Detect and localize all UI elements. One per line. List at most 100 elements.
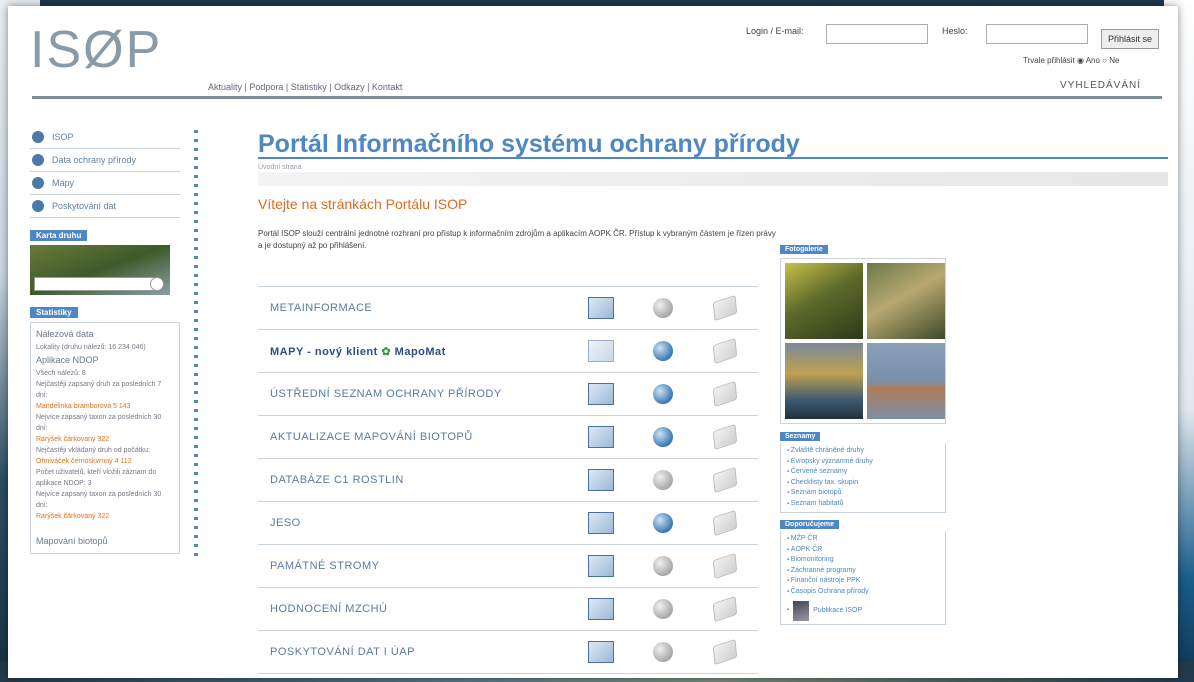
data-provision-icon (32, 200, 44, 212)
login-email-label: Login / E-mail: (746, 26, 804, 36)
remember-login-radio[interactable]: Trvale přihlásit ◉ Ano ○ Ne (1023, 56, 1119, 65)
login-password-input[interactable] (986, 24, 1088, 44)
sidebar-dotted-divider (194, 130, 198, 560)
globe-icon (32, 177, 44, 189)
registry-link[interactable]: Červené seznamy (787, 467, 939, 478)
document-icon[interactable] (712, 466, 738, 494)
breadcrumb[interactable]: Úvodní strana (258, 164, 302, 171)
app-label[interactable]: PAMÁTNÉ STROMY (258, 560, 570, 572)
search-link[interactable]: VYHLEDÁVÁNÍ (1060, 80, 1141, 91)
sidebar-item-maps[interactable]: Mapy (30, 172, 180, 195)
external-link[interactable]: MŽP ČR (787, 534, 939, 545)
sidebar-item-isop[interactable]: ISOP (30, 126, 180, 149)
map-icon[interactable] (588, 340, 614, 362)
publication-link[interactable]: Publikace ISOP (787, 601, 939, 621)
stats-line: Nejčastěji vkládaný druh od počátku: (36, 447, 151, 454)
photo-gallery (780, 258, 946, 424)
document-icon[interactable] (712, 380, 738, 408)
map-icon[interactable] (588, 641, 614, 663)
app-label[interactable]: METAINFORMACE (258, 302, 570, 314)
list-item[interactable]: ÚSTŘEDNÍ SEZNAM OCHRANY PŘÍRODY (258, 373, 758, 416)
stats-line[interactable]: Ohniváček černoskvrnný 4 112 (36, 456, 174, 467)
map-icon[interactable] (588, 297, 614, 319)
gallery-header: Fotogalerie (780, 245, 828, 254)
stats-line[interactable]: Rarýšek čárkovaný 322 (36, 434, 174, 445)
stats-line[interactable]: Rarýšek čárkovaný 322 (36, 511, 174, 522)
registry-list: Zvláště chráněné druhy Evropsky významné… (780, 443, 946, 513)
list-item[interactable]: HODNOCENÍ MZCHÚ (258, 588, 758, 631)
list-item[interactable]: AKTUALIZACE MAPOVÁNÍ BIOTOPŮ (258, 416, 758, 459)
globe-icon[interactable] (653, 556, 673, 576)
login-submit-button[interactable]: Přihlásit se (1101, 29, 1159, 49)
map-icon[interactable] (588, 469, 614, 491)
list-item[interactable]: POSKYTOVÁNÍ DAT I ÚAP (258, 631, 758, 674)
stats-header: Statistiky (30, 307, 78, 318)
isop-icon (32, 131, 44, 143)
external-link[interactable]: Biomonitoring (787, 555, 939, 566)
registry-link[interactable]: Seznam habitatů (787, 499, 939, 510)
globe-icon[interactable] (653, 470, 673, 490)
list-item[interactable]: METAINFORMACE (258, 287, 758, 330)
sidebar-item-data-provision[interactable]: Poskytování dat (30, 195, 180, 218)
globe-icon[interactable] (653, 642, 673, 662)
stats-line: Nejčastěji zapsaný druh za posledních 7 … (36, 381, 162, 399)
species-search-input[interactable] (34, 277, 154, 291)
external-link[interactable]: Časopis Ochrana přírody (787, 587, 939, 598)
document-icon[interactable] (712, 294, 738, 322)
globe-icon[interactable] (653, 599, 673, 619)
stats-line: Lokality (druhu nálezů: 16 234 046) (36, 344, 146, 351)
registry-link[interactable]: Zvláště chráněné druhy (787, 446, 939, 457)
external-link[interactable]: AOPK ČR (787, 545, 939, 556)
globe-icon[interactable] (653, 341, 673, 361)
app-label[interactable]: MAPY - nový klient ✿ MapoMat (258, 345, 570, 358)
list-item[interactable]: PAMÁTNÉ STROMY (258, 545, 758, 588)
document-icon[interactable] (712, 423, 738, 451)
gallery-photo[interactable] (785, 263, 863, 339)
app-label[interactable]: ÚSTŘEDNÍ SEZNAM OCHRANY PŘÍRODY (258, 388, 570, 400)
sidebar-item-data[interactable]: Data ochrany přírody (30, 149, 180, 172)
document-icon[interactable] (712, 337, 738, 365)
gallery-photo[interactable] (867, 343, 945, 419)
app-label[interactable]: AKTUALIZACE MAPOVÁNÍ BIOTOPŮ (258, 431, 570, 443)
globe-icon[interactable] (653, 384, 673, 404)
login-email-input[interactable] (826, 24, 928, 44)
map-icon[interactable] (588, 512, 614, 534)
species-search-button[interactable] (150, 277, 164, 291)
isop-logo[interactable]: ISØP (30, 20, 162, 80)
map-icon[interactable] (588, 383, 614, 405)
top-nav-links[interactable]: Aktuality | Podpora | Statistiky | Odkaz… (208, 82, 402, 92)
document-icon[interactable] (712, 552, 738, 580)
gallery-photo[interactable] (785, 343, 863, 419)
app-label[interactable]: JESO (258, 517, 570, 529)
globe-icon[interactable] (653, 298, 673, 318)
app-label[interactable]: POSKYTOVÁNÍ DAT I ÚAP (258, 646, 570, 658)
list-item[interactable]: MAPY - nový klient ✿ MapoMat (258, 330, 758, 373)
registry-link[interactable]: Evropsky významné druhy (787, 457, 939, 468)
data-icon (32, 154, 44, 166)
registry-header: Seznamy (780, 432, 821, 441)
map-icon[interactable] (588, 598, 614, 620)
map-icon[interactable] (588, 555, 614, 577)
right-column: Fotogalerie Seznamy Zvláště chráněné dru… (780, 238, 946, 625)
registry-link[interactable]: Seznam biotopů (787, 488, 939, 499)
globe-icon[interactable] (653, 427, 673, 447)
list-item[interactable]: DATABÁZE C1 ROSTLIN (258, 459, 758, 502)
stats-line[interactable]: Mandelinka bramborová 5 143 (36, 401, 174, 412)
document-icon[interactable] (712, 595, 738, 623)
app-label[interactable]: HODNOCENÍ MZCHÚ (258, 603, 570, 615)
document-icon[interactable] (712, 638, 738, 666)
stats-panel: Nálezová data Lokality (druhu nálezů: 16… (30, 322, 180, 554)
globe-icon[interactable] (653, 513, 673, 533)
stats-heading: Aplikace NDOP (36, 355, 99, 365)
external-link[interactable]: Záchranné programy (787, 566, 939, 577)
gallery-photo[interactable] (867, 263, 945, 339)
links-list: MŽP ČR AOPK ČR Biomonitoring Záchranné p… (780, 531, 946, 625)
external-link[interactable]: Finanční nástroje PPK (787, 576, 939, 587)
registry-link[interactable]: Checklisty tax. skupin (787, 478, 939, 489)
map-icon[interactable] (588, 426, 614, 448)
app-label[interactable]: DATABÁZE C1 ROSTLIN (258, 474, 570, 486)
list-item[interactable]: JESO (258, 502, 758, 545)
document-icon[interactable] (712, 509, 738, 537)
welcome-heading: Vítejte na stránkách Portálu ISOP (258, 196, 468, 212)
page-title: Portál Informačního systému ochrany přír… (258, 130, 800, 158)
